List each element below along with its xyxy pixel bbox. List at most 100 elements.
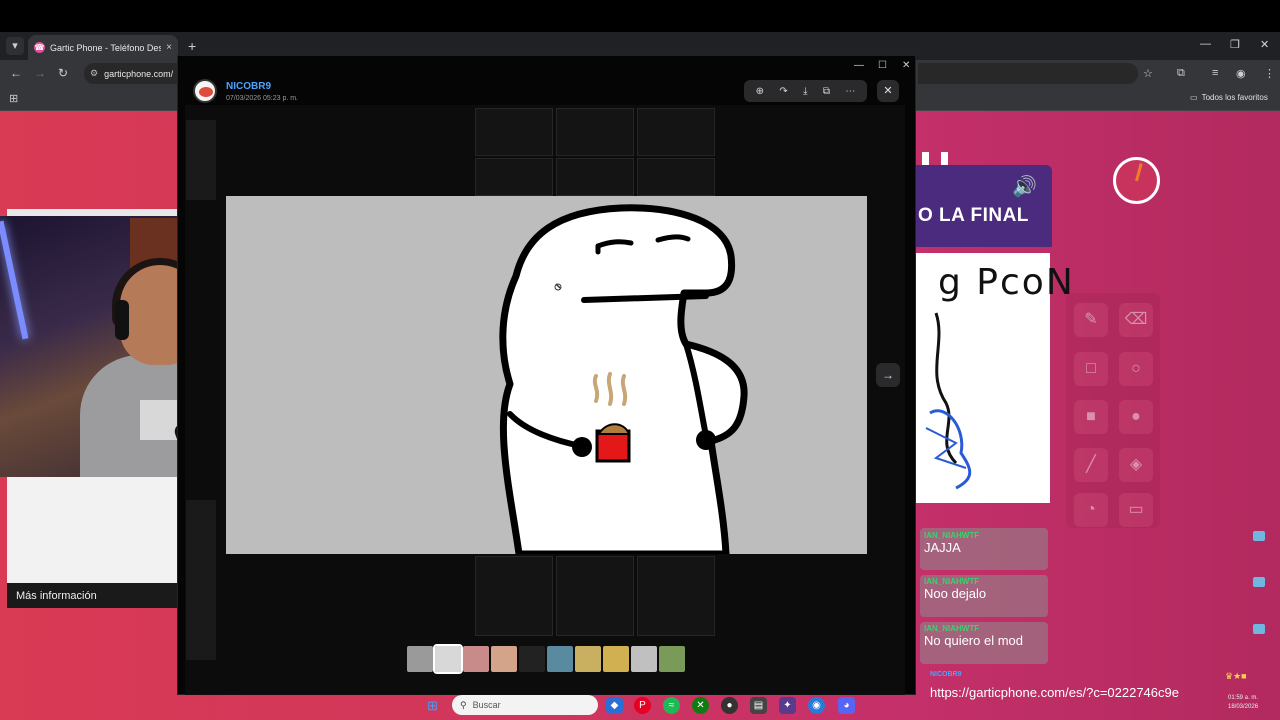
chat-text: JAJJA xyxy=(924,540,961,555)
opacity-tool-icon[interactable]: ◔ xyxy=(1074,493,1108,527)
rectangle-tool-icon[interactable]: □ xyxy=(1074,352,1108,386)
eraser-tool-icon[interactable]: ⌫ xyxy=(1119,303,1153,337)
tab-search-icon[interactable]: ▾ xyxy=(6,37,24,55)
filmstrip-thumbnail[interactable] xyxy=(575,646,601,672)
download-icon[interactable]: ⤓ xyxy=(803,86,807,97)
filled-rectangle-tool-icon[interactable]: ■ xyxy=(1074,400,1108,434)
url-text: garticphone.com/ xyxy=(104,68,174,79)
more-info-link[interactable]: Más información xyxy=(7,583,177,608)
browser-menu-icon[interactable]: ⋮ xyxy=(1264,67,1275,80)
size-tool-icon[interactable]: ▭ xyxy=(1119,493,1153,527)
drawing-flork-character xyxy=(499,204,748,554)
gartic-favicon-icon: ☎ xyxy=(34,42,45,53)
filmstrip-thumbnail[interactable] xyxy=(631,646,657,672)
filmstrip-thumbnail[interactable] xyxy=(659,646,685,672)
circle-tool-icon[interactable]: ○ xyxy=(1119,352,1153,386)
viewer-toolbar: ⊕ ↷ ⤓ ⧉ ⋯ xyxy=(744,80,867,102)
filmstrip-thumbnail[interactable] xyxy=(407,646,433,672)
discord-icon[interactable]: ◕ xyxy=(838,697,855,714)
filmstrip-thumbnail[interactable] xyxy=(463,646,489,672)
folder-icon: ▭ xyxy=(1190,93,1198,102)
new-tab-button[interactable]: + xyxy=(188,37,196,55)
ad-card xyxy=(7,477,177,583)
clock-date: 18/03/2026 xyxy=(1228,704,1259,710)
chat-emote-icons: ♛★■ xyxy=(1225,671,1247,681)
filmstrip-thumbnail[interactable] xyxy=(547,646,573,672)
ghost-thumbnail xyxy=(556,108,634,156)
site-info-icon[interactable]: ⚙ xyxy=(90,68,98,79)
chat-username: IAN_NIAHWTF xyxy=(924,624,980,633)
profile-avatar-icon[interactable]: ◉ xyxy=(1236,67,1246,80)
all-bookmarks-folder[interactable]: ▭ Todos los favoritos xyxy=(1190,93,1268,102)
round-title: O LA FINAL xyxy=(918,205,1029,226)
pinterest-icon[interactable]: P xyxy=(634,697,651,714)
pen-tool-icon[interactable]: ✎ xyxy=(1074,303,1108,337)
line-tool-icon[interactable]: ╱ xyxy=(1074,448,1108,482)
taskbar-search-input[interactable]: ⚲ Buscar xyxy=(452,695,598,715)
headphones xyxy=(115,300,129,340)
fill-bucket-tool-icon[interactable]: ◈ xyxy=(1119,448,1153,482)
viewer-maximize-button[interactable]: ☐ xyxy=(878,60,887,71)
chat-username: IAN_NIAHWTF xyxy=(924,577,980,586)
webcam-top-edge xyxy=(7,209,177,216)
ghost-thumbnail xyxy=(556,158,634,196)
filmstrip-thumbnail[interactable] xyxy=(603,646,629,672)
chat-text: No quiero el mod xyxy=(924,633,1023,648)
filmstrip-thumbnail-active[interactable] xyxy=(433,644,463,674)
ghost-thumbnail xyxy=(637,556,715,636)
obs-icon[interactable]: ● xyxy=(721,697,738,714)
xbox-icon[interactable]: ✕ xyxy=(692,697,709,714)
tab-close-icon[interactable]: × xyxy=(166,42,172,53)
filmstrip-thumbnail[interactable] xyxy=(519,646,545,672)
next-image-button[interactable]: → xyxy=(876,363,900,387)
minimize-button[interactable]: — xyxy=(1200,38,1211,50)
viewer-close-button[interactable]: ✕ xyxy=(877,80,899,102)
user-avatar[interactable] xyxy=(193,79,217,103)
chat-message: IAN_NIAHWTF JAJJA xyxy=(924,531,1048,555)
speaker-icon[interactable]: 🔊 xyxy=(1012,174,1037,199)
viewer-minimize-button[interactable]: — xyxy=(854,60,864,71)
filled-circle-tool-icon[interactable]: ● xyxy=(1119,400,1153,434)
chat-badge-icon xyxy=(1253,577,1265,587)
more-icon[interactable]: ⋯ xyxy=(845,86,855,97)
spotify-icon[interactable]: ≈ xyxy=(663,697,680,714)
filmstrip-thumbnail[interactable] xyxy=(491,646,517,672)
ghost-thumbnail xyxy=(475,108,553,156)
chrome-icon[interactable]: ◉ xyxy=(808,697,825,714)
ghost-thumbnail xyxy=(475,158,553,196)
chat-badge-icon xyxy=(1253,624,1265,634)
author-username[interactable]: NICOBR9 xyxy=(226,81,271,92)
clock-time: 01:59 a. m. xyxy=(1228,695,1259,701)
zoom-icon[interactable]: ⊕ xyxy=(756,86,764,97)
extensions-icon[interactable]: ⧉ xyxy=(1177,67,1185,80)
url-input[interactable]: ⚙ garticphone.com/ xyxy=(84,63,180,84)
tab-gartic-phone[interactable]: ☎ Gartic Phone - Teléfono Descon × xyxy=(28,35,178,60)
apps-grid-icon[interactable]: ⊞ xyxy=(9,92,18,105)
back-arrow-icon[interactable]: ← xyxy=(10,66,22,80)
share-icon[interactable]: ↷ xyxy=(779,86,787,97)
all-bookmarks-label: Todos los favoritos xyxy=(1201,93,1268,102)
url-input-end[interactable] xyxy=(918,63,1138,84)
media-controls-icon[interactable]: ≡ xyxy=(1212,67,1218,79)
left-hand xyxy=(572,437,592,457)
maximize-button[interactable]: ❐ xyxy=(1230,38,1240,51)
main-drawing-image[interactable] xyxy=(226,196,867,554)
forward-arrow-icon[interactable]: → xyxy=(34,66,46,80)
taskbar-app-icon[interactable]: ◆ xyxy=(606,697,623,714)
viewer-close-window-button[interactable]: ✕ xyxy=(902,60,910,71)
close-window-button[interactable]: ✕ xyxy=(1260,38,1269,51)
taskbar-app-icon[interactable]: ▤ xyxy=(750,697,767,714)
system-clock[interactable]: 01:59 a. m. 18/03/2026 xyxy=(1228,694,1258,712)
windows-start-icon[interactable]: ⊞ xyxy=(427,698,438,714)
open-external-icon[interactable]: ⧉ xyxy=(823,86,830,97)
taskbar-app-icon[interactable]: ✦ xyxy=(779,697,796,714)
ghost-thumbnail xyxy=(637,108,715,156)
chat-text: Noo dejalo xyxy=(924,586,987,601)
bookmark-star-icon[interactable]: ☆ xyxy=(1143,67,1153,80)
chat-username: NICOBR9 xyxy=(930,671,962,678)
ghost-thumbnail xyxy=(637,158,715,196)
chat-username: IAN_NIAHWTF xyxy=(924,531,980,540)
reload-icon[interactable]: ↻ xyxy=(58,66,68,80)
post-timestamp: 07/03/2026 05:23 p. m. xyxy=(226,95,298,102)
taskbar-search-placeholder: Buscar xyxy=(472,700,501,710)
